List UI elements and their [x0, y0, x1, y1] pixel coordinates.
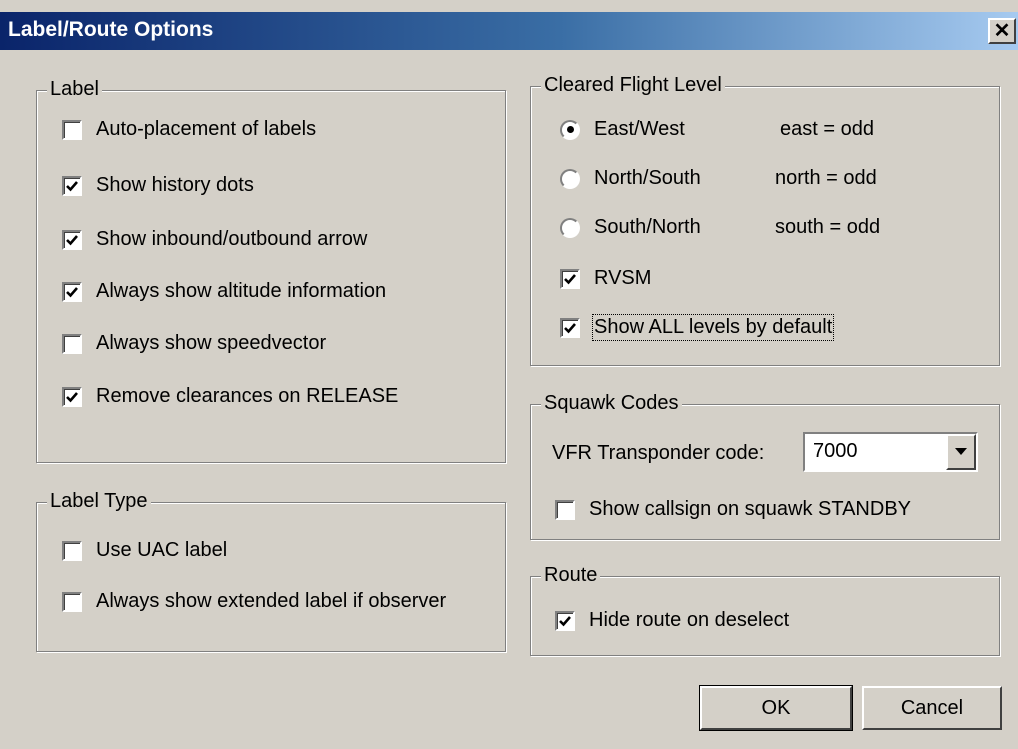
show-history-dots-checkbox[interactable]: Show history dots	[62, 174, 254, 197]
radio-circle[interactable]	[560, 119, 580, 140]
checkbox-box[interactable]	[62, 175, 82, 196]
checkbox-box[interactable]	[62, 281, 82, 302]
radio-circle[interactable]	[560, 168, 580, 189]
checkbox-label: RVSM	[594, 267, 652, 289]
south-north-note: south = odd	[775, 216, 881, 238]
checkbox-label: Auto-placement of labels	[96, 118, 317, 140]
always-show-altitude-checkbox[interactable]: Always show altitude information	[62, 280, 386, 303]
chevron-down-icon	[955, 448, 967, 455]
always-show-speedvector-checkbox[interactable]: Always show speedvector	[62, 332, 326, 355]
hide-route-checkbox[interactable]: Hide route on deselect	[555, 609, 789, 632]
checkmark-icon	[66, 234, 78, 245]
label-group-legend: Label	[47, 78, 102, 101]
checkbox-box[interactable]	[62, 333, 82, 354]
window-title: Label/Route Options	[8, 18, 214, 41]
route-legend: Route	[541, 564, 601, 587]
radio-dot-icon	[566, 126, 574, 133]
checkbox-label: Hide route on deselect	[589, 609, 790, 631]
checkbox-box[interactable]	[560, 268, 580, 289]
checkbox-box[interactable]	[62, 386, 82, 407]
radio-label: South/North	[594, 216, 701, 238]
east-west-note: east = odd	[780, 118, 874, 140]
show-inbound-outbound-arrow-checkbox[interactable]: Show inbound/outbound arrow	[62, 228, 367, 251]
checkbox-label: Use UAC label	[96, 539, 228, 561]
show-all-levels-checkbox[interactable]: Show ALL levels by default	[560, 314, 835, 341]
checkbox-box[interactable]	[62, 229, 82, 250]
north-south-radio[interactable]: North/South	[560, 167, 701, 190]
checkbox-label: Show ALL levels by default	[591, 314, 835, 341]
checkmark-icon	[559, 615, 571, 626]
checkmark-icon	[66, 391, 78, 402]
use-uac-label-checkbox[interactable]: Use UAC label	[62, 539, 227, 562]
east-west-radio[interactable]: East/West	[560, 118, 685, 141]
auto-placement-checkbox[interactable]: Auto-placement of labels	[62, 118, 316, 141]
remove-clearances-checkbox[interactable]: Remove clearances on RELEASE	[62, 385, 398, 408]
checkbox-label: Always show speedvector	[96, 332, 327, 354]
label-type-group-legend: Label Type	[47, 490, 151, 513]
vfr-transponder-value: 7000	[813, 440, 858, 462]
checkmark-icon	[564, 273, 576, 284]
checkbox-box[interactable]	[62, 119, 82, 140]
show-callsign-checkbox[interactable]: Show callsign on squawk STANDBY	[555, 498, 911, 521]
checkbox-label: Show history dots	[96, 174, 254, 196]
radio-label: East/West	[594, 118, 685, 140]
checkbox-label: Show inbound/outbound arrow	[96, 228, 368, 250]
south-north-radio[interactable]: South/North	[560, 216, 701, 239]
checkbox-box[interactable]	[560, 317, 580, 338]
checkbox-label: Always show extended label if observer	[96, 590, 447, 612]
checkbox-box[interactable]	[62, 591, 82, 612]
north-south-note: north = odd	[775, 167, 877, 189]
always-show-extended-label-checkbox[interactable]: Always show extended label if observer	[62, 590, 446, 613]
checkmark-icon	[66, 286, 78, 297]
checkbox-box[interactable]	[62, 540, 82, 561]
checkmark-icon	[564, 322, 576, 333]
dropdown-button[interactable]	[946, 434, 976, 470]
checkbox-box[interactable]	[555, 610, 575, 631]
checkbox-box[interactable]	[555, 499, 575, 520]
label-type-group: Label Type	[36, 490, 506, 652]
vfr-transponder-label: VFR Transponder code:	[552, 442, 765, 464]
checkbox-label: Always show altitude information	[96, 280, 387, 302]
rvsm-checkbox[interactable]: RVSM	[560, 267, 651, 290]
radio-circle[interactable]	[560, 217, 580, 238]
title-bar: Label/Route Options ✕	[0, 12, 1018, 50]
cleared-flight-level-legend: Cleared Flight Level	[541, 74, 725, 97]
squawk-codes-legend: Squawk Codes	[541, 392, 682, 415]
checkbox-label: Show callsign on squawk STANDBY	[589, 498, 911, 520]
cancel-button[interactable]: Cancel	[862, 686, 1002, 730]
radio-label: North/South	[594, 167, 701, 189]
checkbox-label: Remove clearances on RELEASE	[96, 385, 399, 407]
vfr-transponder-select[interactable]: 7000	[803, 432, 978, 472]
checkmark-icon	[66, 180, 78, 191]
close-button[interactable]: ✕	[988, 18, 1016, 44]
ok-button[interactable]: OK	[699, 685, 853, 731]
close-icon: ✕	[993, 20, 1011, 42]
